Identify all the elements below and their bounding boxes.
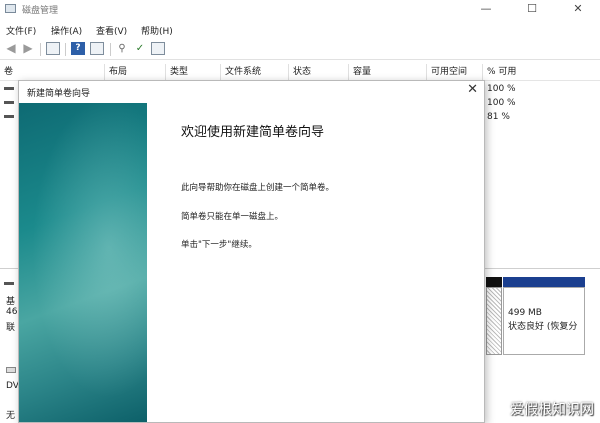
volume-icon: [4, 115, 14, 118]
volume-icon: [4, 101, 14, 104]
column-layout[interactable]: 布局: [104, 64, 127, 81]
partition-size: 499 MB: [508, 308, 542, 318]
column-capacity[interactable]: 容量: [348, 64, 371, 81]
settings-icon[interactable]: [151, 42, 165, 55]
new-simple-volume-wizard: 新建简单卷向导 ✕ 欢迎使用新建简单卷向导 此向导帮助你在磁盘上创建一个简单卷。…: [18, 80, 485, 423]
toolbar-separator: [65, 43, 66, 56]
watermark: 爱假根知识网: [510, 402, 594, 418]
volume-list-header: 卷 布局 类型 文件系统 状态 容量 可用空间 % 可用: [0, 64, 600, 81]
recovery-partition-header: [503, 277, 585, 287]
column-free-space[interactable]: 可用空间: [426, 64, 467, 81]
wizard-close-button[interactable]: ✕: [467, 81, 478, 99]
minimize-button[interactable]: —: [463, 0, 509, 18]
back-icon[interactable]: ◀: [4, 42, 18, 55]
volume-icon: [4, 87, 14, 90]
toolbar-separator: [40, 43, 41, 56]
menu-file[interactable]: 文件(F): [6, 24, 36, 37]
forward-icon[interactable]: ▶: [21, 42, 35, 55]
help-icon[interactable]: ?: [71, 42, 85, 55]
wizard-title: 新建简单卷向导: [27, 89, 91, 99]
wizard-content: 欢迎使用新建简单卷向导 此向导帮助你在磁盘上创建一个简单卷。 简单卷只能在单一磁…: [181, 121, 471, 250]
percent-free: 81 %: [487, 112, 510, 122]
connect-icon[interactable]: ⚲: [115, 42, 129, 55]
console-tree-icon[interactable]: [46, 42, 60, 55]
partition-status: 状态良好 (恢复分: [508, 322, 578, 332]
column-filesystem[interactable]: 文件系统: [220, 64, 261, 81]
column-percent-free[interactable]: % 可用: [482, 64, 516, 81]
maximize-button[interactable]: ☐: [509, 0, 555, 18]
column-status[interactable]: 状态: [288, 64, 311, 81]
dvd-icon: [6, 367, 16, 373]
close-button[interactable]: ✕: [555, 0, 600, 18]
check-icon[interactable]: ✓: [133, 42, 147, 55]
column-volume[interactable]: 卷: [0, 64, 13, 81]
toolbar-separator: [110, 43, 111, 56]
wizard-description-3: 单击"下一步"继续。: [181, 240, 257, 250]
menu-help[interactable]: 帮助(H): [141, 24, 173, 37]
wizard-description-1: 此向导帮助你在磁盘上创建一个简单卷。: [181, 183, 335, 193]
wizard-description-2: 简单卷只能在单一磁盘上。: [181, 212, 284, 222]
unallocated-partition[interactable]: [486, 287, 502, 355]
toolbar: ◀ ▶ ? ⚲ ✓: [0, 39, 600, 60]
window-title: 磁盘管理: [22, 6, 59, 16]
properties-icon[interactable]: [90, 42, 104, 55]
column-type[interactable]: 类型: [165, 64, 188, 81]
unallocated-partition-header: [486, 277, 502, 287]
menu-bar: 文件(F) 操作(A) 查看(V) 帮助(H): [0, 20, 600, 38]
menu-action[interactable]: 操作(A): [51, 24, 82, 37]
title-bar: 磁盘管理 — ☐ ✕: [0, 0, 600, 18]
wizard-banner-image: [19, 103, 147, 422]
wizard-heading: 欢迎使用新建简单卷向导: [181, 125, 325, 140]
percent-free: 100 %: [487, 84, 516, 94]
recovery-partition[interactable]: 499 MB 状态良好 (恢复分: [503, 287, 585, 355]
menu-view[interactable]: 查看(V): [96, 24, 127, 37]
disk-icon: [4, 282, 14, 285]
percent-free: 100 %: [487, 98, 516, 108]
disk-management-icon: [5, 4, 16, 13]
